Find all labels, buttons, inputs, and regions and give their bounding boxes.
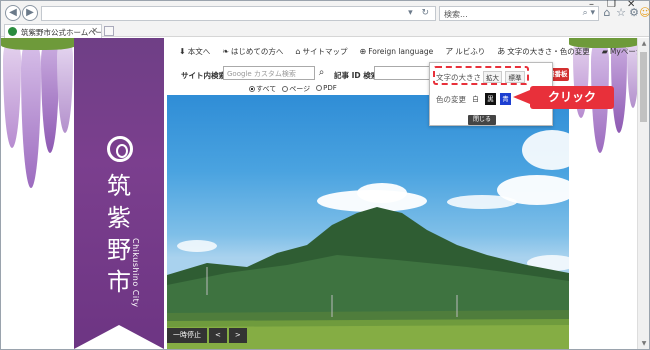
close-window-button[interactable]: ✕ xyxy=(627,0,635,10)
nav-first-time-visitors[interactable]: ❧ はじめての方へ xyxy=(222,44,283,58)
browser-chrome: ◀ ▶ ▾ ↻ 検索... ⌕ ▾ ⌂ ☆ ⚙ ☺ – ❐ ✕ 筑紫野市公式ホー… xyxy=(1,0,650,38)
browser-search-input[interactable]: 検索... ⌕ ▾ xyxy=(439,6,599,21)
slideshow-controls: 一時停止 < > xyxy=(167,328,247,343)
refresh-icon[interactable]: ▾ ↻ xyxy=(408,8,432,18)
new-tab-button[interactable] xyxy=(104,26,114,36)
nav-font-color-settings[interactable]: あ文字の大きさ・色の変更 xyxy=(497,44,590,58)
scope-pdf-radio[interactable]: PDF xyxy=(316,84,337,94)
favorites-star-icon[interactable]: ☆ xyxy=(615,7,627,19)
address-bar[interactable]: ▾ ↻ xyxy=(41,6,436,21)
scope-all-radio[interactable]: すべて xyxy=(249,84,276,94)
back-button[interactable]: ◀ xyxy=(5,5,21,21)
arrow-down-icon: ⬇ xyxy=(179,46,186,56)
color-black-button[interactable]: 黒 xyxy=(485,93,496,105)
smiley-feedback-icon[interactable]: ☺ xyxy=(639,7,650,19)
tab-title: 筑紫野市公式ホームページ xyxy=(21,28,102,37)
forward-button[interactable]: ▶ xyxy=(22,5,38,21)
site-favicon-icon xyxy=(8,27,17,36)
panel-close-button[interactable]: 閉じる xyxy=(468,115,496,125)
browser-tab[interactable]: 筑紫野市公式ホームページ ✕ xyxy=(4,24,102,38)
sitemap-icon: ⌂ xyxy=(295,46,301,56)
callout-arrow-icon xyxy=(513,90,530,104)
web-page: 筑 紫 野 市 Chikushino City ⬇ 本文へ ❧ はじめての方へ ⌂ サ… xyxy=(1,38,637,349)
city-logo-icon xyxy=(107,136,133,162)
slideshow-next-button[interactable]: > xyxy=(228,328,247,343)
minimize-button[interactable]: – xyxy=(589,0,594,10)
color-blue-button[interactable]: 青 xyxy=(500,93,511,105)
site-search-input[interactable]: Google カスタム検索 xyxy=(223,66,315,80)
maximize-button[interactable]: ❐ xyxy=(607,0,616,10)
nav-foreign-language[interactable]: ⊕ Foreign language xyxy=(359,44,433,58)
font-enlarge-button[interactable]: 拡大 xyxy=(483,71,502,83)
search-scope-options: すべて ページ PDF xyxy=(249,84,337,94)
font-size-label: 文字の大きさ xyxy=(436,73,481,82)
leaf-icon: ❧ xyxy=(222,46,229,56)
page-scrollbar[interactable]: ▲ ▼ xyxy=(637,38,649,349)
text-size-icon: あ xyxy=(497,46,506,56)
click-callout: クリック xyxy=(530,86,614,109)
site-search-label: サイト内検索 xyxy=(181,71,226,80)
font-standard-button[interactable]: 標準 xyxy=(505,71,525,83)
nav-skip-to-content[interactable]: ⬇ 本文へ xyxy=(179,44,210,58)
globe-icon: ⊕ xyxy=(359,46,367,56)
wisteria-decoration-left xyxy=(1,38,76,238)
hero-mountain-photo xyxy=(167,95,569,349)
browser-search-placeholder: 検索... xyxy=(444,10,468,19)
city-name-roman: Chikushino City xyxy=(131,238,140,308)
article-id-input[interactable] xyxy=(374,66,430,80)
slideshow-prev-button[interactable]: < xyxy=(209,328,227,343)
nav-furigana[interactable]: アルビふり xyxy=(445,44,485,58)
scroll-up-icon[interactable]: ▲ xyxy=(639,40,649,47)
search-icon[interactable]: ⌕ xyxy=(315,66,328,80)
ruby-icon: ア xyxy=(445,46,454,56)
nav-my-page[interactable]: ▰Myページ xyxy=(602,44,637,58)
tab-close-icon[interactable]: ✕ xyxy=(91,26,98,35)
folder-icon: ▰ xyxy=(601,46,608,56)
scope-page-radio[interactable]: ページ xyxy=(282,84,310,94)
nav-sitemap[interactable]: ⌂ サイトマップ xyxy=(295,44,347,58)
city-banner: 筑 紫 野 市 Chikushino City xyxy=(74,38,164,349)
scroll-down-icon[interactable]: ▼ xyxy=(639,340,649,347)
slideshow-pause-button[interactable]: 一時停止 xyxy=(167,328,207,343)
color-change-label: 色の変更 xyxy=(436,95,466,104)
article-id-search-label: 記事 ID 検索 xyxy=(334,71,379,80)
color-white-button[interactable]: 白 xyxy=(470,93,481,105)
top-navigation: ⬇ 本文へ ❧ はじめての方へ ⌂ サイトマップ ⊕ Foreign language … xyxy=(179,44,637,58)
scrollbar-thumb[interactable] xyxy=(640,52,647,122)
